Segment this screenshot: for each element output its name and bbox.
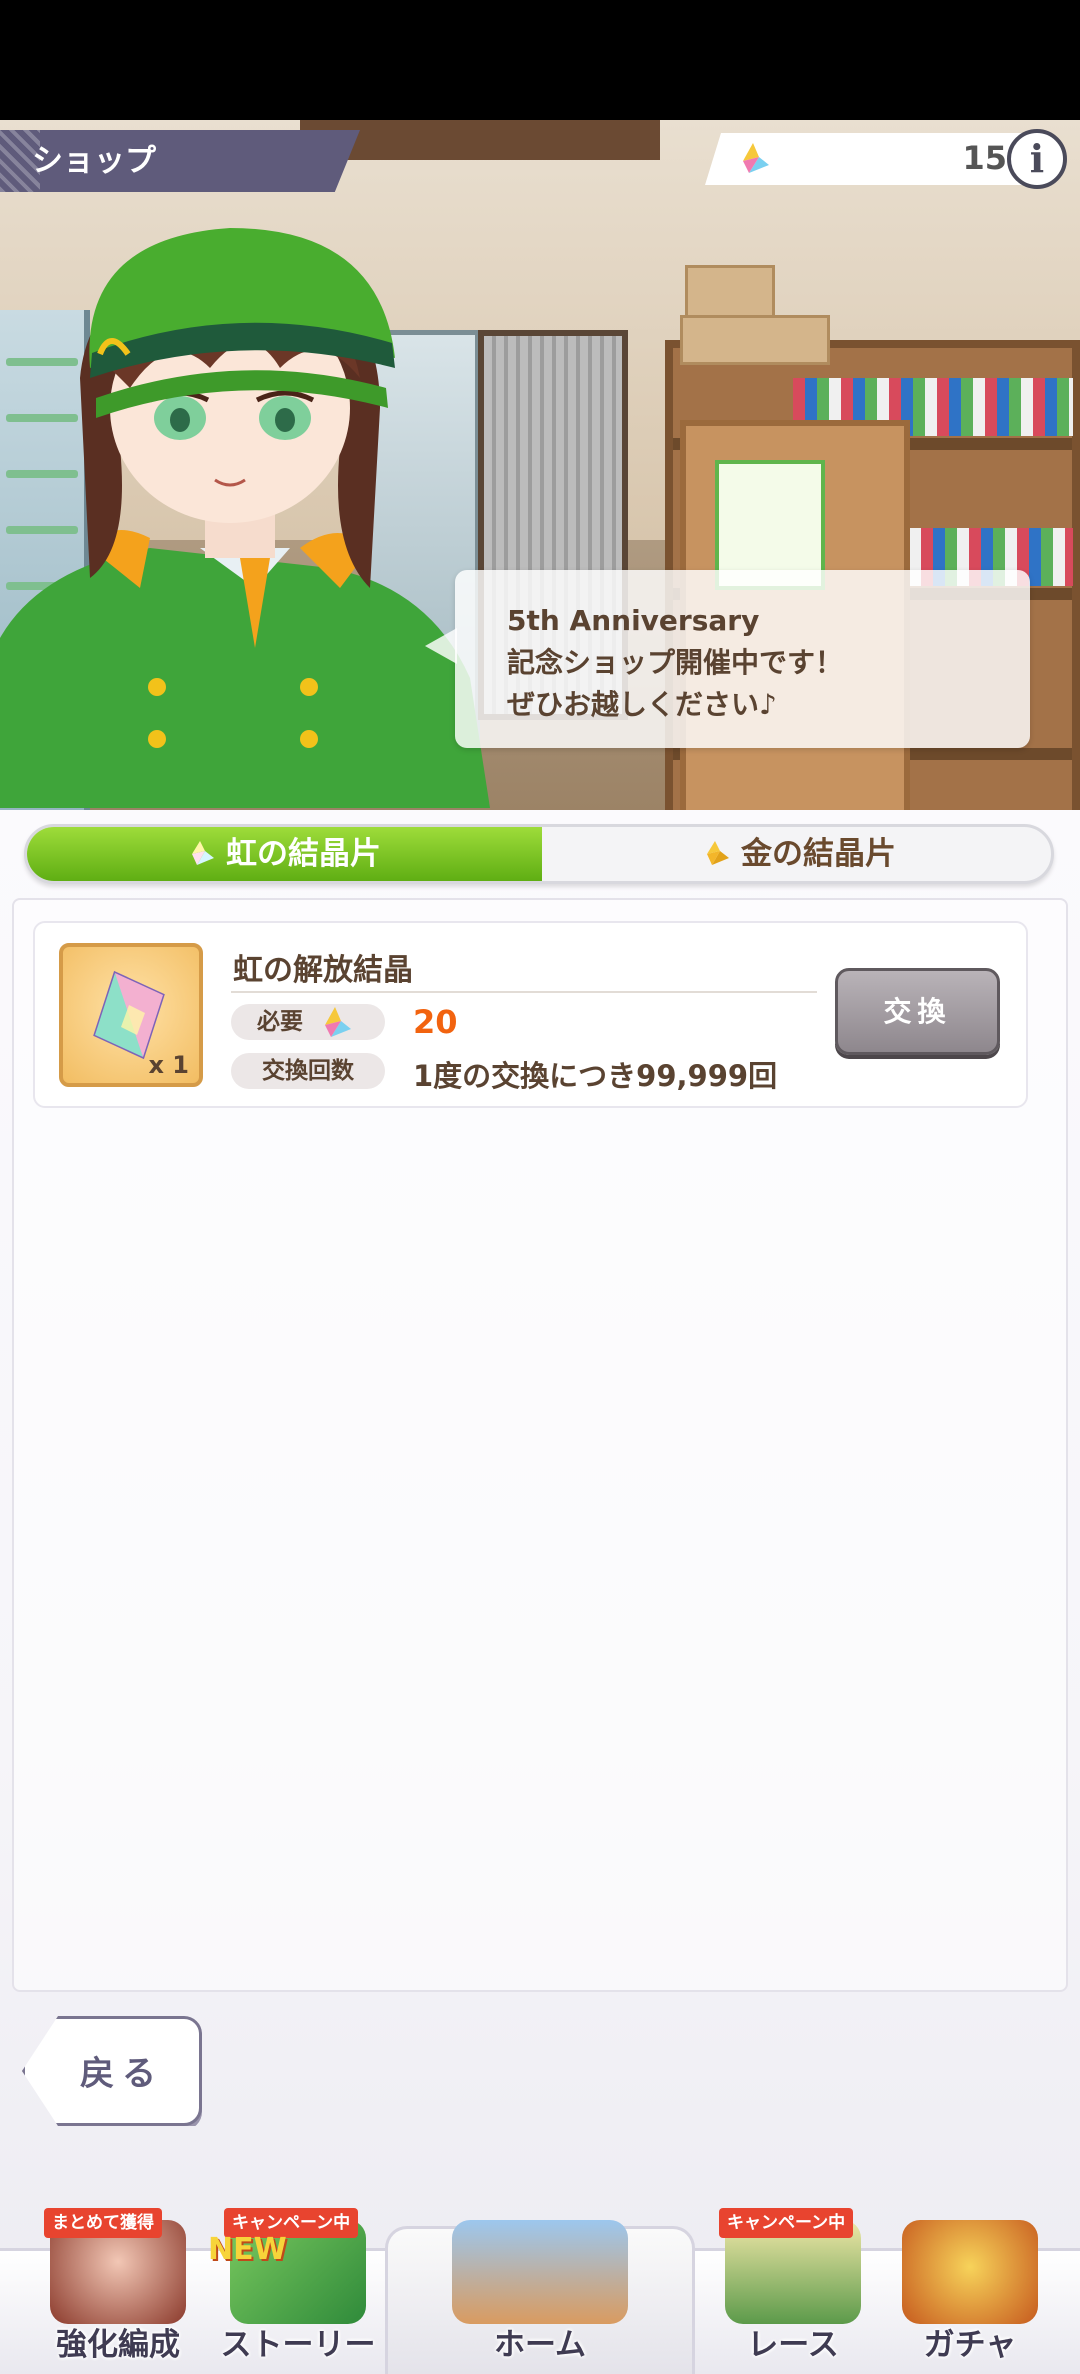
box [680, 315, 830, 365]
item-thumbnail: x 1 [59, 943, 203, 1087]
list-item: x 1 虹の解放結晶 必要 20 交換回数 1度の交換につき99,999回 交換 [33, 921, 1028, 1108]
nav-label: レース [747, 2327, 839, 2363]
tab-label: 虹の結晶片 [226, 836, 381, 872]
nav-item-gacha[interactable]: ガチャ [872, 2208, 1068, 2374]
currency-tabs: 虹の結晶片 金の結晶片 [24, 824, 1054, 884]
tab-gold-shards[interactable]: 金の結晶片 [542, 827, 1051, 881]
rainbow-crystal-icon [93, 970, 165, 1060]
divider [231, 991, 817, 993]
speech-line: ぜひお越しください♪ [507, 688, 777, 721]
home-building-icon [452, 2220, 628, 2324]
rainbow-shard-icon [192, 841, 214, 865]
exchange-count-label: 交換回数 [262, 1058, 354, 1084]
exchange-button[interactable]: 交換 [835, 968, 1000, 1055]
nav-item-story[interactable]: キャンペーン中 NEW ストーリー [200, 2208, 396, 2374]
item-name: 虹の解放結晶 [233, 953, 413, 988]
gacha-emblem-icon [902, 2220, 1038, 2324]
speech-line: 5th Anniversary [507, 604, 760, 637]
nav-tag: キャンペーン中 [719, 2208, 854, 2238]
back-button-label[interactable]: 戻る [80, 2046, 164, 2095]
page-title: ショップ [0, 130, 360, 192]
nav-label: ガチャ [923, 2327, 1017, 2363]
nav-label: 強化編成 [56, 2327, 180, 2363]
tab-rainbow-shards[interactable]: 虹の結晶片 [27, 827, 542, 881]
nav-item-race[interactable]: キャンペーン中 レース [695, 2208, 891, 2374]
speech-line: 記念ショップ開催中です！ [507, 646, 844, 679]
cost-label: 必要 [257, 1009, 303, 1035]
new-badge: NEW [208, 2232, 287, 2267]
nav-item-enhance[interactable]: まとめて獲得 強化編成 [20, 2208, 216, 2374]
currency-count: 15 [962, 139, 1007, 177]
nav-tag: まとめて獲得 [44, 2208, 162, 2238]
info-icon: i [1029, 136, 1045, 181]
title-decoration [0, 130, 40, 192]
exchange-count-badge: 交換回数 [231, 1053, 385, 1089]
tab-label: 金の結晶片 [741, 836, 896, 872]
exchange-limit: 1度の交換につき99,999回 [413, 1059, 778, 1093]
bottom-navigation: まとめて獲得 強化編成 キャンペーン中 NEW ストーリー ホーム キャンペーン… [0, 2208, 1080, 2374]
nav-label: ホーム [493, 2327, 587, 2363]
box [685, 265, 775, 320]
info-button[interactable]: i [1007, 129, 1067, 189]
nav-item-home[interactable]: ホーム [442, 2208, 638, 2374]
nav-label: ストーリー [220, 2327, 376, 2363]
rainbow-shard-balance: 15 [705, 133, 1025, 185]
gold-shard-icon [707, 841, 729, 865]
rainbow-shard-icon [325, 1007, 351, 1037]
shop-clerk-character [0, 228, 490, 808]
status-bar [0, 0, 1080, 120]
item-quantity: x 1 [148, 1051, 189, 1079]
cost-label-badge: 必要 [231, 1004, 385, 1040]
rainbow-shard-icon [743, 143, 769, 173]
item-cost: 20 [413, 1003, 458, 1041]
speech-bubble: 5th Anniversary 記念ショップ開催中です！ ぜひお越しください♪ [425, 570, 1030, 748]
page-title-text: ショップ [32, 143, 156, 179]
